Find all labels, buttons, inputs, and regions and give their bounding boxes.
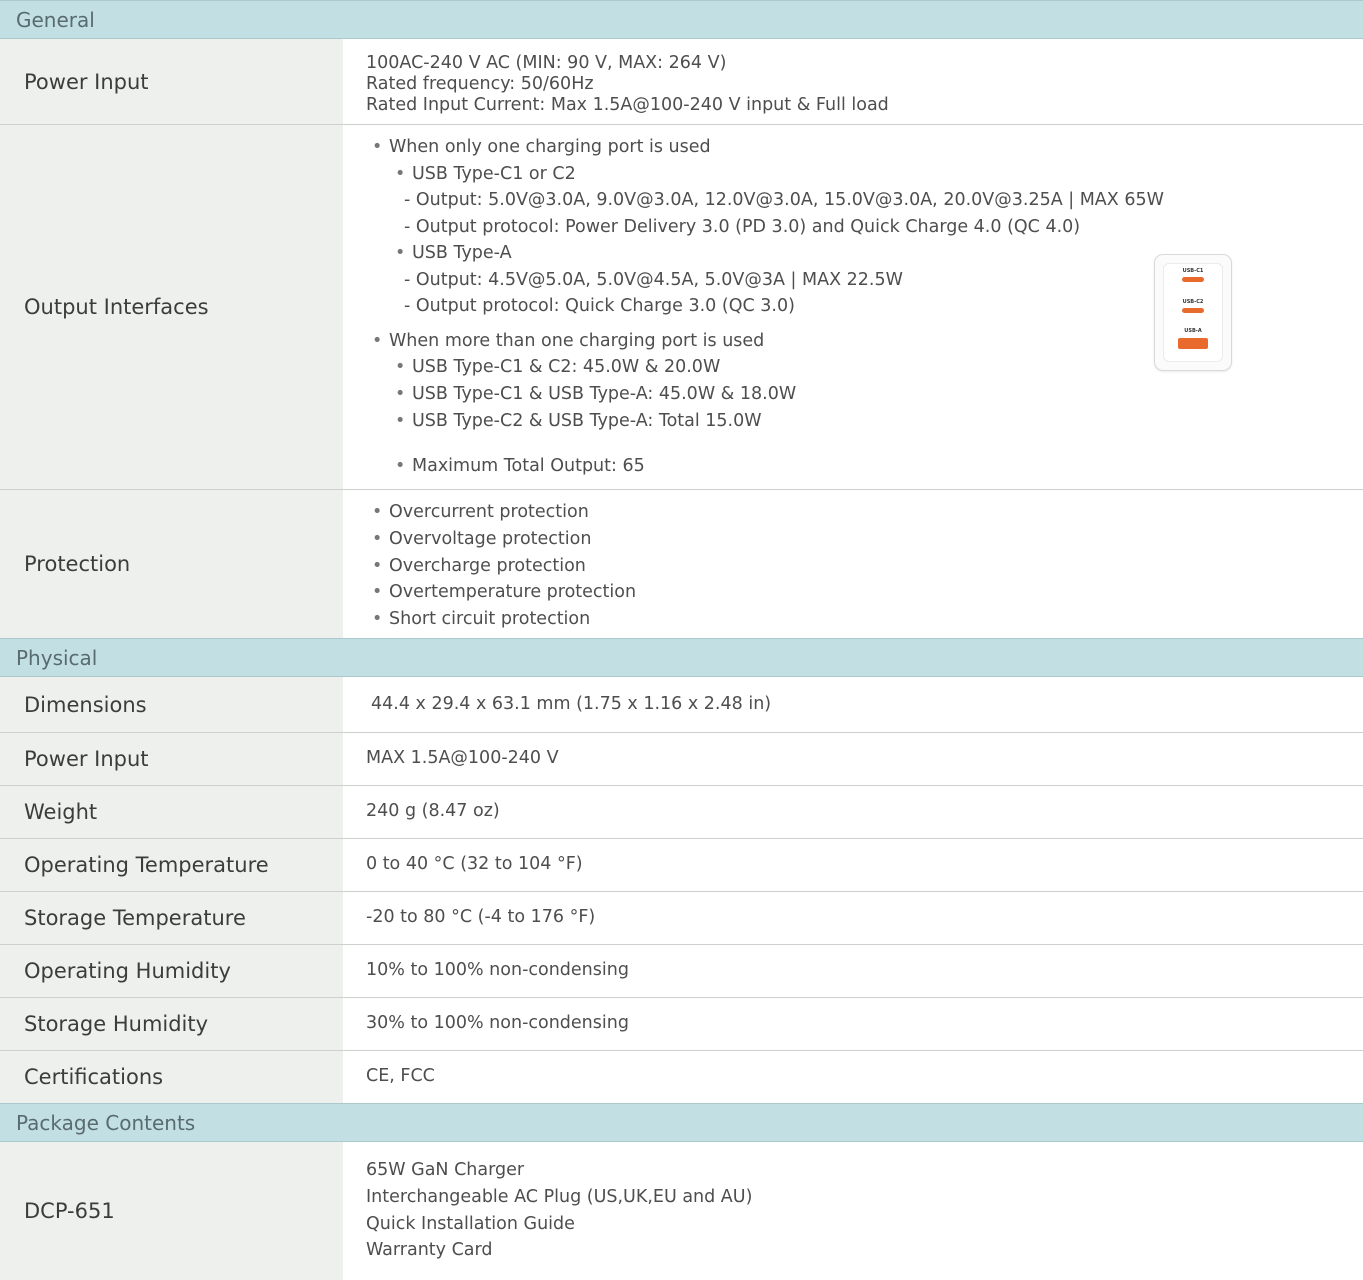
row-label: DCP-651 [0, 1142, 343, 1280]
row-protection: Protection Overcurrent protection Overvo… [0, 490, 1363, 638]
row-storage-temperature: Storage Temperature -20 to 80 °C (-4 to … [0, 892, 1363, 945]
value-line: Interchangeable AC Plug (US,UK,EU and AU… [366, 1187, 753, 1207]
usb-c1-port-icon [1182, 277, 1204, 282]
section-header-general: General [0, 0, 1363, 39]
row-value: 10% to 100% non-condensing [366, 945, 1363, 997]
bullet-item: Short circuit protection [372, 609, 590, 629]
row-label: Weight [0, 786, 343, 838]
row-label: Dimensions [0, 677, 343, 732]
charger-image: USB-C1 USB-C2 USB-A [1154, 254, 1232, 371]
usb-c2-port-icon [1182, 308, 1204, 313]
row-value: Overcurrent protection Overvoltage prote… [366, 490, 1363, 638]
row-value: 30% to 100% non-condensing [366, 998, 1363, 1050]
bullet-item: USB Type-A [395, 243, 512, 263]
bullet-item: Overcurrent protection [372, 502, 589, 522]
bullet-item: USB Type-C1 or C2 [395, 164, 576, 184]
row-dimensions: Dimensions 44.4 x 29.4 x 63.1 mm (1.75 x… [0, 677, 1363, 733]
bullet-item: Maximum Total Output: 65 [395, 456, 645, 476]
bullet-item: When more than one charging port is used [372, 331, 764, 351]
value-line: Rated Input Current: Max 1.5A@100-240 V … [366, 95, 889, 115]
section-title: General [16, 7, 95, 32]
value-line: Warranty Card [366, 1240, 493, 1260]
bullet-item: USB Type-C2 & USB Type-A: Total 15.0W [395, 411, 762, 431]
bullet-item: Overtemperature protection [372, 582, 636, 602]
row-operating-humidity: Operating Humidity 10% to 100% non-conde… [0, 945, 1363, 998]
value-line: 44.4 x 29.4 x 63.1 mm (1.75 x 1.16 x 2.4… [371, 694, 772, 714]
row-package-contents: DCP-651 65W GaN Charger Interchangeable … [0, 1142, 1363, 1280]
row-storage-humidity: Storage Humidity 30% to 100% non-condens… [0, 998, 1363, 1051]
usb-a-port-icon [1178, 338, 1208, 349]
row-label: Certifications [0, 1051, 343, 1103]
bullet-item: When only one charging port is used [372, 137, 711, 157]
value-line: 10% to 100% non-condensing [366, 960, 629, 980]
row-label: Storage Temperature [0, 892, 343, 944]
row-power-input: Power Input 100AC-240 V AC (MIN: 90 V, M… [0, 39, 1363, 125]
row-label: Power Input [0, 733, 343, 785]
row-value: 44.4 x 29.4 x 63.1 mm (1.75 x 1.16 x 2.4… [366, 677, 1363, 732]
section-title: Package Contents [16, 1110, 196, 1135]
row-value: 0 to 40 °C (32 to 104 °F) [366, 839, 1363, 891]
row-value: MAX 1.5A@100-240 V [366, 733, 1363, 785]
value-line: - Output: 4.5V@5.0A, 5.0V@4.5A, 5.0V@3A … [404, 270, 903, 290]
row-weight: Weight 240 g (8.47 oz) [0, 786, 1363, 839]
row-label: Operating Temperature [0, 839, 343, 891]
value-line: -20 to 80 °C (-4 to 176 °F) [366, 907, 596, 927]
row-label: Protection [0, 490, 343, 638]
value-line: - Output protocol: Power Delivery 3.0 (P… [404, 217, 1081, 237]
value-line: 100AC-240 V AC (MIN: 90 V, MAX: 264 V) [366, 53, 727, 73]
bullet-item: Overvoltage protection [372, 529, 591, 549]
row-certifications: Certifications CE, FCC [0, 1051, 1363, 1103]
row-value: 100AC-240 V AC (MIN: 90 V, MAX: 264 V) R… [366, 39, 1363, 124]
value-line: 65W GaN Charger [366, 1160, 525, 1180]
value-line: Rated frequency: 50/60Hz [366, 74, 594, 94]
section-title: Physical [16, 645, 98, 670]
value-line: 240 g (8.47 oz) [366, 801, 500, 821]
bullet-item: USB Type-C1 & USB Type-A: 45.0W & 18.0W [395, 384, 796, 404]
value-line: - Output protocol: Quick Charge 3.0 (QC … [404, 296, 795, 316]
row-power-input-physical: Power Input MAX 1.5A@100-240 V [0, 733, 1363, 786]
section-header-physical: Physical [0, 638, 1363, 677]
value-line: CE, FCC [366, 1066, 435, 1086]
row-label: Power Input [0, 39, 343, 124]
bullet-item: Overcharge protection [372, 556, 586, 576]
row-value: CE, FCC [366, 1051, 1363, 1103]
section-header-package: Package Contents [0, 1103, 1363, 1142]
row-operating-temperature: Operating Temperature 0 to 40 °C (32 to … [0, 839, 1363, 892]
spec-table: General Power Input 100AC-240 V AC (MIN:… [0, 0, 1363, 1280]
row-label: Storage Humidity [0, 998, 343, 1050]
row-value: 65W GaN Charger Interchangeable AC Plug … [366, 1142, 1363, 1280]
value-line: 30% to 100% non-condensing [366, 1013, 629, 1033]
value-line: MAX 1.5A@100-240 V [366, 748, 559, 768]
value-line: 0 to 40 °C (32 to 104 °F) [366, 854, 583, 874]
port-label: USB-C2 [1182, 299, 1204, 305]
row-label: Output Interfaces [0, 125, 343, 489]
value-line: Quick Installation Guide [366, 1214, 575, 1234]
charger-face: USB-C1 USB-C2 USB-A [1163, 263, 1223, 362]
row-label: Operating Humidity [0, 945, 343, 997]
port-label: USB-C1 [1182, 268, 1204, 274]
bullet-item: USB Type-C1 & C2: 45.0W & 20.0W [395, 357, 720, 377]
row-value: 240 g (8.47 oz) [366, 786, 1363, 838]
port-label: USB-A [1184, 328, 1202, 334]
value-line: - Output: 5.0V@3.0A, 9.0V@3.0A, 12.0V@3.… [404, 190, 1164, 210]
row-value: -20 to 80 °C (-4 to 176 °F) [366, 892, 1363, 944]
